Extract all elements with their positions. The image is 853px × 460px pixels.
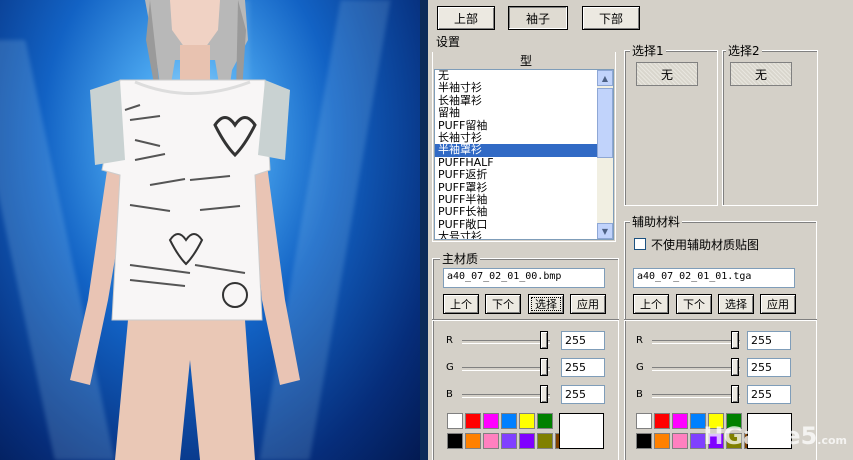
main-g-label: G xyxy=(446,362,454,373)
scroll-thumb[interactable] xyxy=(597,88,613,158)
main-swatch[interactable] xyxy=(483,433,499,449)
aux-r-slider[interactable] xyxy=(731,331,739,349)
main-material-file[interactable]: a40_07_02_01_00.bmp xyxy=(443,268,605,288)
type-listbox[interactable]: 无半袖寸衫 长袖罩衫 留袖 PUFF留袖 长袖寸衫 半袖罩衫 PUFFHALF PUFF返折 P… xyxy=(434,69,614,240)
model-viewport[interactable] xyxy=(0,0,420,460)
main-r-track xyxy=(462,340,550,344)
aux-disable-label: 不使用辅助材质贴图 xyxy=(651,238,760,252)
main-b-label: B xyxy=(446,389,453,400)
aux-r-label: R xyxy=(636,335,643,346)
aux-select-button[interactable]: 选择 xyxy=(718,294,754,314)
choice2-label: 选择2 xyxy=(726,42,762,59)
main-select-button[interactable]: 选择 xyxy=(528,294,564,314)
aux-b-label: B xyxy=(636,389,643,400)
main-swatch[interactable] xyxy=(501,413,517,429)
main-prev-button[interactable]: 上个 xyxy=(443,294,479,314)
tab-sleeves[interactable]: 袖子 xyxy=(508,6,568,30)
aux-prev-button[interactable]: 上个 xyxy=(633,294,669,314)
character-model xyxy=(70,0,300,460)
viewport-divider xyxy=(420,0,428,460)
aux-r-value[interactable]: 255 xyxy=(747,331,791,350)
scroll-down-icon[interactable]: ▼ xyxy=(597,223,613,239)
aux-b-track xyxy=(652,394,740,398)
aux-next-button[interactable]: 下个 xyxy=(676,294,712,314)
aux-apply-button[interactable]: 应用 xyxy=(760,294,796,314)
aux-swatch[interactable] xyxy=(636,433,652,449)
main-swatch[interactable] xyxy=(519,413,535,429)
main-swatch[interactable] xyxy=(465,413,481,429)
main-b-slider[interactable] xyxy=(540,385,548,403)
scroll-up-icon[interactable]: ▲ xyxy=(597,70,613,86)
main-b-track xyxy=(462,394,550,398)
aux-g-value[interactable]: 255 xyxy=(747,358,791,377)
main-g-track xyxy=(462,367,550,371)
aux-swatch[interactable] xyxy=(654,413,670,429)
settings-label: 设置 xyxy=(434,33,463,50)
aux-material-label: 辅助材料 xyxy=(630,213,683,230)
main-material-label: 主材质 xyxy=(440,250,481,267)
tab-bottom[interactable]: 下部 xyxy=(582,6,640,30)
main-swatch[interactable] xyxy=(483,413,499,429)
aux-disable-checkbox[interactable] xyxy=(634,238,646,250)
aux-swatch[interactable] xyxy=(672,433,688,449)
main-swatch[interactable] xyxy=(465,433,481,449)
main-next-button[interactable]: 下个 xyxy=(485,294,521,314)
watermark: HGame5.com xyxy=(703,422,847,450)
aux-r-track xyxy=(652,340,740,344)
main-divider xyxy=(432,319,619,321)
main-swatch[interactable] xyxy=(519,433,535,449)
type-header: 型 xyxy=(518,52,535,69)
main-r-slider[interactable] xyxy=(540,331,548,349)
type-list-item[interactable]: PUFF长袖 xyxy=(435,205,597,218)
main-apply-button[interactable]: 应用 xyxy=(570,294,606,314)
main-g-slider[interactable] xyxy=(540,358,548,376)
type-list-item[interactable]: PUFF返折 xyxy=(435,168,597,181)
main-color-preview xyxy=(559,413,604,449)
aux-swatch[interactable] xyxy=(636,413,652,429)
main-g-value[interactable]: 255 xyxy=(561,358,605,377)
main-swatch[interactable] xyxy=(447,413,463,429)
choice1-value[interactable]: 无 xyxy=(636,62,698,86)
aux-b-slider[interactable] xyxy=(731,385,739,403)
aux-material-file[interactable]: a40_07_02_01_01.tga xyxy=(633,268,795,288)
main-swatch[interactable] xyxy=(447,433,463,449)
main-swatch[interactable] xyxy=(501,433,517,449)
main-b-value[interactable]: 255 xyxy=(561,385,605,404)
type-list-item[interactable]: 大号寸衫 xyxy=(435,230,597,239)
main-swatch[interactable] xyxy=(537,413,553,429)
main-swatch[interactable] xyxy=(537,433,553,449)
main-r-value[interactable]: 255 xyxy=(561,331,605,350)
aux-g-slider[interactable] xyxy=(731,358,739,376)
aux-b-value[interactable]: 255 xyxy=(747,385,791,404)
aux-swatch[interactable] xyxy=(654,433,670,449)
choice2-value[interactable]: 无 xyxy=(730,62,792,86)
type-list-item[interactable]: 半袖罩衫 xyxy=(435,143,597,157)
tab-top[interactable]: 上部 xyxy=(437,6,495,30)
aux-divider xyxy=(624,319,817,321)
aux-swatch[interactable] xyxy=(672,413,688,429)
type-list-item[interactable]: 留袖 xyxy=(435,106,597,119)
type-list-scrollbar[interactable]: ▲ ▼ xyxy=(597,70,613,239)
aux-g-track xyxy=(652,367,740,371)
choice1-label: 选择1 xyxy=(630,42,666,59)
aux-g-label: G xyxy=(636,362,644,373)
main-r-label: R xyxy=(446,335,453,346)
type-list-item[interactable]: 半袖寸衫 xyxy=(435,81,597,94)
